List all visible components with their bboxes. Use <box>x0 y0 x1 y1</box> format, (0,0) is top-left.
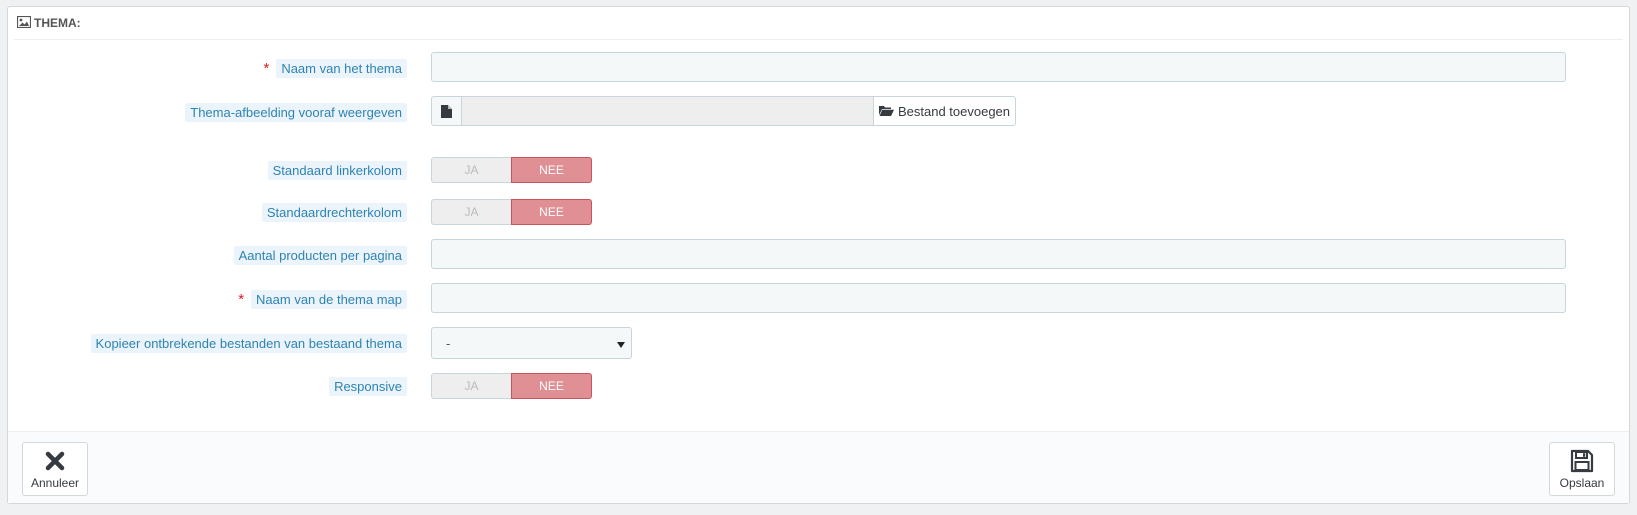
products-per-page-label-wrap: Aantal producten per pagina <box>233 239 407 271</box>
copy-missing-selected-value: - <box>446 335 451 351</box>
caret-down-icon <box>617 336 625 351</box>
right-column-label: Standaardrechterkolom <box>261 202 407 222</box>
file-name-display[interactable] <box>461 96 874 126</box>
row-products-per-page: Aantal producten per pagina <box>8 239 1629 271</box>
theme-dir-label: Naam van de thema map <box>251 289 407 309</box>
save-button-label: Opslaan <box>1559 476 1605 490</box>
responsive-label-wrap: Responsive <box>329 370 407 402</box>
responsive-label: Responsive <box>329 376 407 396</box>
panel-title: THEMA: <box>34 16 81 30</box>
theme-name-label-wrap: * Naam van het thema <box>263 52 407 84</box>
theme-name-input[interactable] <box>431 52 1566 82</box>
image-icon <box>16 15 32 31</box>
required-marker: * <box>263 59 270 77</box>
save-button[interactable]: Opslaan <box>1549 442 1615 496</box>
copy-missing-select[interactable]: - <box>431 327 632 359</box>
row-copy-missing: Kopieer ontbrekende bestanden van bestaa… <box>8 327 1629 359</box>
save-icon <box>1570 448 1594 474</box>
right-column-no-option[interactable]: NEE <box>511 199 592 225</box>
responsive-yes-option[interactable]: JA <box>431 373 511 399</box>
required-marker: * <box>238 290 245 308</box>
products-per-page-label: Aantal producten per pagina <box>233 245 407 265</box>
row-right-column: Standaardrechterkolom JA NEE <box>8 196 1629 228</box>
preview-image-label-wrap: Thema-afbeelding vooraf weergeven <box>185 96 407 128</box>
cancel-button[interactable]: Annuleer <box>22 442 88 496</box>
right-column-yes-option[interactable]: JA <box>431 199 511 225</box>
row-preview-image: Thema-afbeelding vooraf weergeven Bestan… <box>8 96 1629 128</box>
row-responsive: Responsive JA NEE <box>8 370 1629 402</box>
row-theme-name: * Naam van het thema <box>8 52 1629 84</box>
panel-heading: THEMA: <box>14 7 1623 40</box>
products-per-page-input[interactable] <box>431 239 1566 269</box>
left-column-yes-option[interactable]: JA <box>431 157 511 183</box>
responsive-no-option[interactable]: NEE <box>511 373 592 399</box>
left-column-switch: JA NEE <box>431 157 592 183</box>
theme-name-label: Naam van het thema <box>276 58 407 78</box>
left-column-label: Standaard linkerkolom <box>267 160 407 180</box>
file-upload-group: Bestand toevoegen <box>431 96 1016 126</box>
panel-footer: Annuleer Opslaan <box>8 431 1629 503</box>
theme-dir-input[interactable] <box>431 283 1566 313</box>
close-icon <box>45 448 65 474</box>
theme-dir-label-wrap: * Naam van de thema map <box>238 283 407 315</box>
right-column-switch: JA NEE <box>431 199 592 225</box>
row-left-column: Standaard linkerkolom JA NEE <box>8 154 1629 186</box>
theme-panel: THEMA: * Naam van het thema Thema-afbeel… <box>7 6 1630 504</box>
folder-open-icon <box>878 104 894 119</box>
preview-image-label: Thema-afbeelding vooraf weergeven <box>185 102 407 122</box>
right-column-label-wrap: Standaardrechterkolom <box>261 196 407 228</box>
responsive-switch: JA NEE <box>431 373 592 399</box>
add-file-button[interactable]: Bestand toevoegen <box>874 96 1016 126</box>
left-column-label-wrap: Standaard linkerkolom <box>267 154 407 186</box>
left-column-no-option[interactable]: NEE <box>511 157 592 183</box>
copy-missing-label: Kopieer ontbrekende bestanden van bestaa… <box>90 333 407 353</box>
copy-missing-label-wrap: Kopieer ontbrekende bestanden van bestaa… <box>90 327 407 359</box>
cancel-button-label: Annuleer <box>30 476 80 490</box>
file-icon <box>431 96 461 126</box>
row-theme-dir: * Naam van de thema map <box>8 283 1629 315</box>
add-file-button-label: Bestand toevoegen <box>897 103 1011 119</box>
